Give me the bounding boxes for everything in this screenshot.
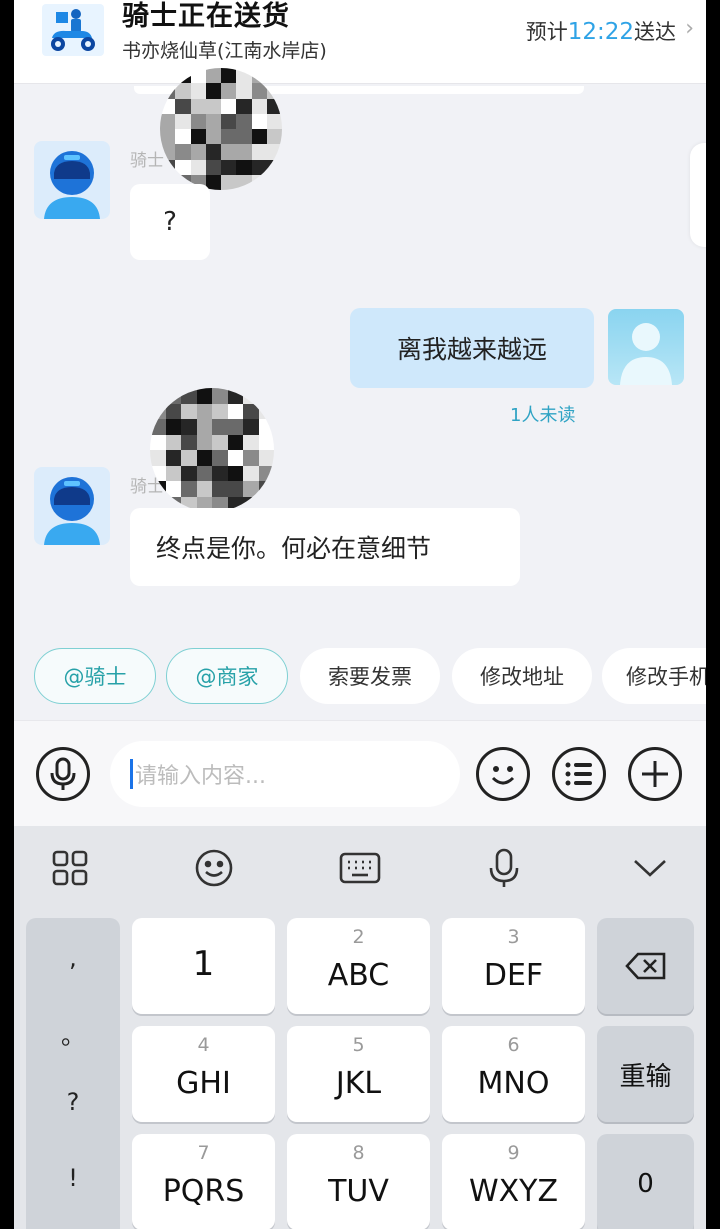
key-number: 9 [507,1142,520,1164]
key-1[interactable]: 1 [132,918,275,1014]
rider-avatar[interactable] [34,467,110,545]
key-9-wxyz[interactable]: 9 WXYZ [442,1134,585,1229]
side-panel-handle[interactable]: 《 [690,143,706,247]
eta-text: 预计12:22送达 [526,16,676,46]
backspace-key[interactable] [597,918,694,1014]
backspace-icon [624,952,665,980]
collapse-chevron-icon[interactable] [628,848,672,888]
key-2-abc[interactable]: 2 ABC [287,918,430,1014]
key-letters: JKL [335,1066,382,1101]
keyboard-icon[interactable] [338,848,382,888]
key-5-jkl[interactable]: 5 JKL [287,1026,430,1122]
message-bubble-mine[interactable]: 离我越来越远 [350,308,594,388]
reenter-key[interactable]: 重输 [597,1026,694,1122]
chip-request-invoice[interactable]: 索要发票 [300,648,440,704]
read-status: 1人未读 [510,405,576,426]
chip-change-address[interactable]: 修改地址 [452,648,592,704]
eta-prefix: 预计 [525,20,568,44]
chip-at-merchant[interactable]: @商家 [166,648,288,704]
key-letters: DEF [483,958,544,993]
rider-helmet-icon [44,151,100,219]
plus-icon[interactable] [628,747,682,801]
keyboard-toolbar [14,826,706,910]
message-bubble-rider[interactable]: 终点是你。何必在意细节 [130,508,520,586]
key-number: 4 [197,1034,210,1056]
key-letters: MNO [477,1066,550,1101]
key-number: 6 [507,1034,520,1056]
punct-period[interactable]: 。 [26,1016,120,1051]
apps-grid-icon[interactable] [48,848,92,888]
message-text: 终点是你。何必在意细节 [156,534,432,563]
sticker-image-pixelated[interactable] [160,68,282,190]
key-number: 3 [507,926,520,948]
side-handle-glyph: 《 [696,175,706,219]
key-letters: TUV [328,1174,389,1209]
rider-avatar[interactable] [34,141,110,219]
punct-exclamation[interactable]: ! [26,1164,120,1192]
key-6-mno[interactable]: 6 MNO [442,1026,585,1122]
chat-screen: 骑士正在送货 书亦烧仙草(江南水岸店) 预计12:22送达 › 《 骑士 ? 离… [14,0,706,1229]
store-name: 书亦烧仙草(江南水岸店) [122,40,327,62]
chevron-right-icon[interactable]: › [685,16,694,41]
key-number: 7 [197,1142,210,1164]
list-icon[interactable] [552,747,606,801]
emoji-icon[interactable] [476,747,530,801]
key-0[interactable]: 0 [597,1134,694,1229]
delivery-scooter-icon [42,4,104,56]
message-bubble-rider[interactable]: ? [130,184,210,260]
key-number: 8 [352,1142,365,1164]
delivery-status-title: 骑士正在送货 [122,1,290,32]
ime-keyboard: , 。 ? ! 1 2 ABC 3 DEF 4 GHI 5 JKL 6 MNO … [14,826,706,1229]
emoji-icon[interactable] [192,848,236,888]
punct-question[interactable]: ? [26,1088,120,1116]
key-letters: GHI [176,1066,231,1101]
mic-icon[interactable] [482,848,526,888]
user-avatar[interactable] [608,309,684,385]
key-4-ghi[interactable]: 4 GHI [132,1026,275,1122]
key-8-tuv[interactable]: 8 TUV [287,1134,430,1229]
quick-actions-bar: @骑士 @商家 索要发票 修改地址 修改手机 [14,648,706,708]
key-number: 5 [352,1034,365,1056]
chip-at-rider[interactable]: @骑士 [34,648,156,704]
key-number: 2 [352,926,365,948]
text-caret [130,759,133,789]
order-status-header[interactable]: 骑士正在送货 书亦烧仙草(江南水岸店) 预计12:22送达 › [14,0,706,84]
key-3-def[interactable]: 3 DEF [442,918,585,1014]
voice-icon[interactable] [36,747,90,801]
key-letters: WXYZ [468,1174,559,1209]
punct-comma[interactable]: , [26,944,120,972]
punctuation-column[interactable]: , 。 ? ! [26,918,120,1229]
message-input[interactable]: 请输入内容... [110,741,460,807]
user-silhouette-icon [620,323,672,385]
key-letters: 1 [192,944,215,984]
eta-time: 12:22 [567,19,634,45]
eta-suffix: 送达 [634,20,676,44]
key-letters: ABC [327,958,390,993]
message-text: ? [163,207,177,237]
chip-change-phone[interactable]: 修改手机 [602,648,706,704]
key-letters: PQRS [162,1174,245,1209]
rider-helmet-icon [44,477,100,545]
input-placeholder: 请输入内容... [135,764,266,789]
sticker-image-pixelated[interactable] [150,388,274,512]
key-7-pqrs[interactable]: 7 PQRS [132,1134,275,1229]
message-input-bar: 请输入内容... [14,720,706,826]
message-text: 离我越来越远 [396,335,547,364]
sender-name: 骑士 [130,151,164,171]
